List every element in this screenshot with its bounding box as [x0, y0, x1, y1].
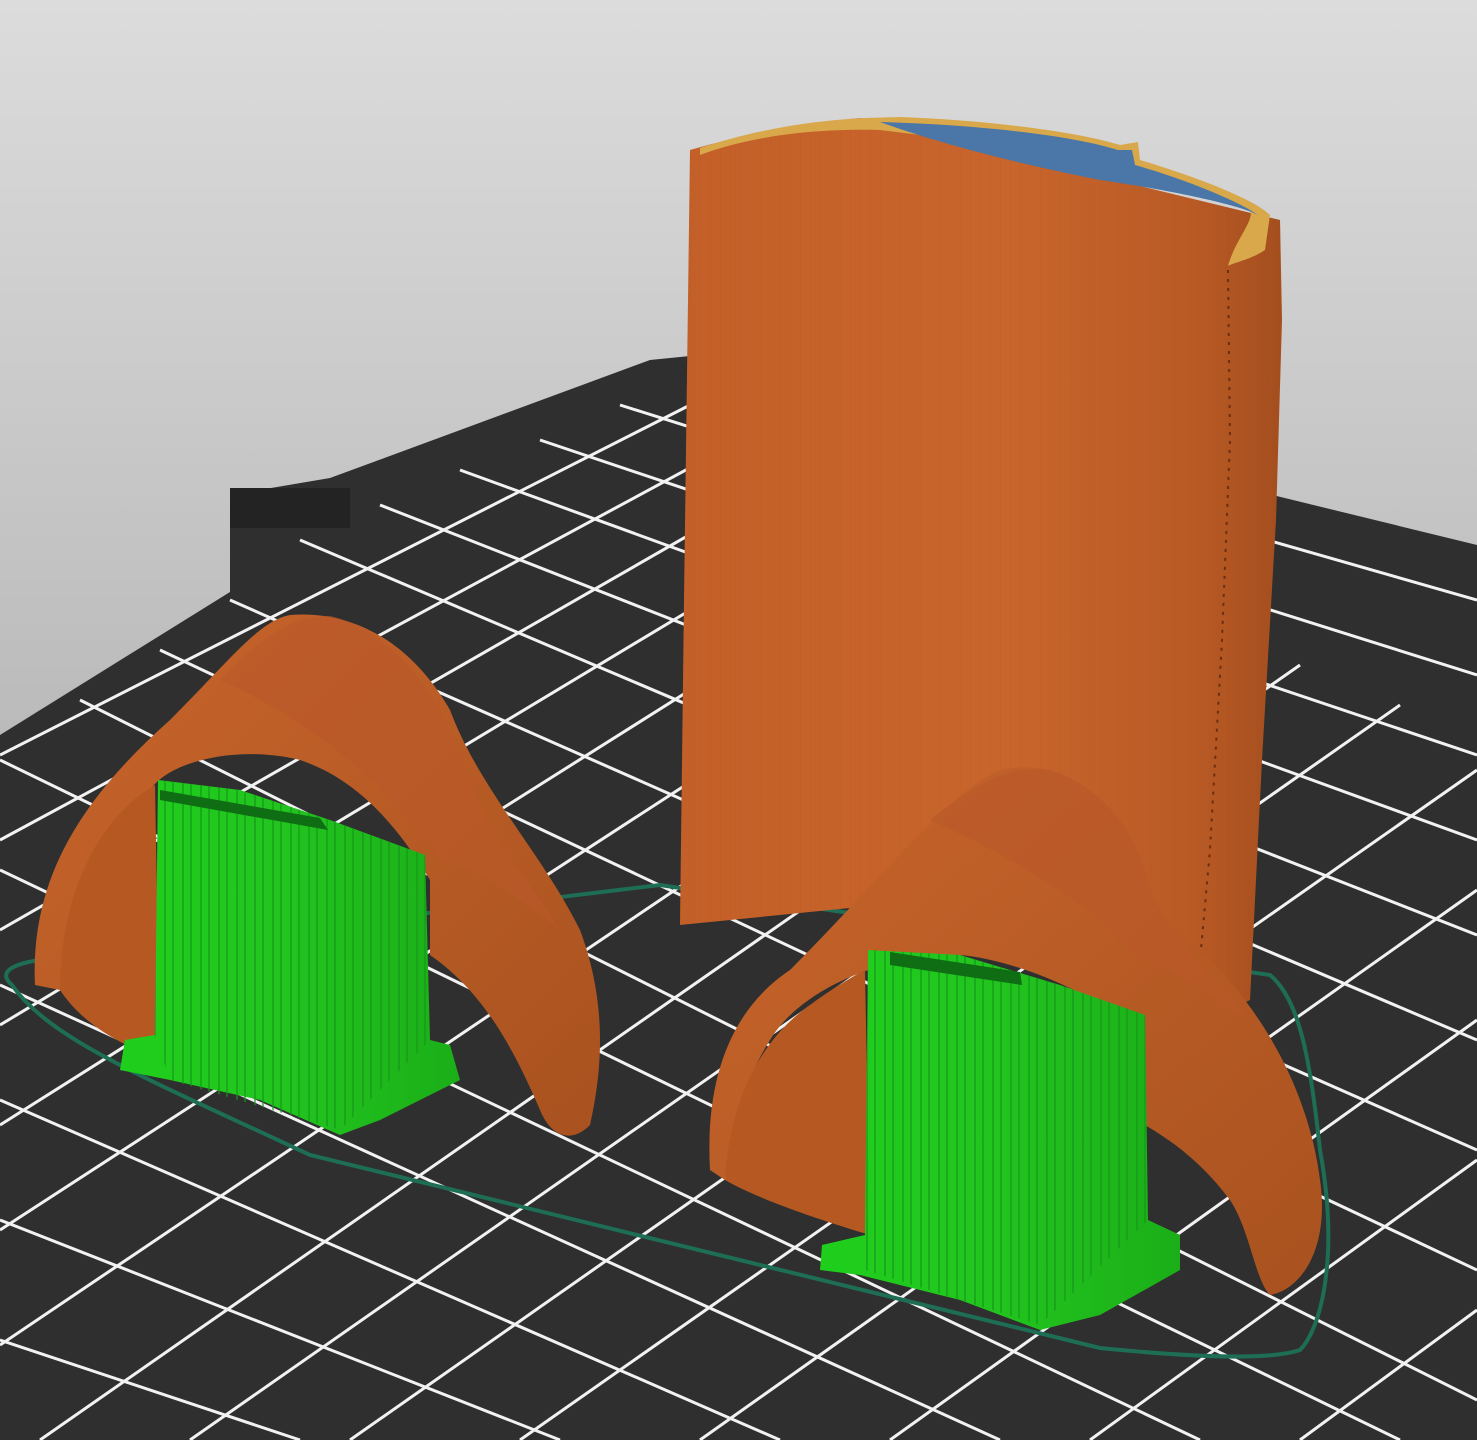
3d-preview-viewport[interactable]	[0, 0, 1477, 1440]
3d-scene-canvas[interactable]	[0, 0, 1477, 1440]
